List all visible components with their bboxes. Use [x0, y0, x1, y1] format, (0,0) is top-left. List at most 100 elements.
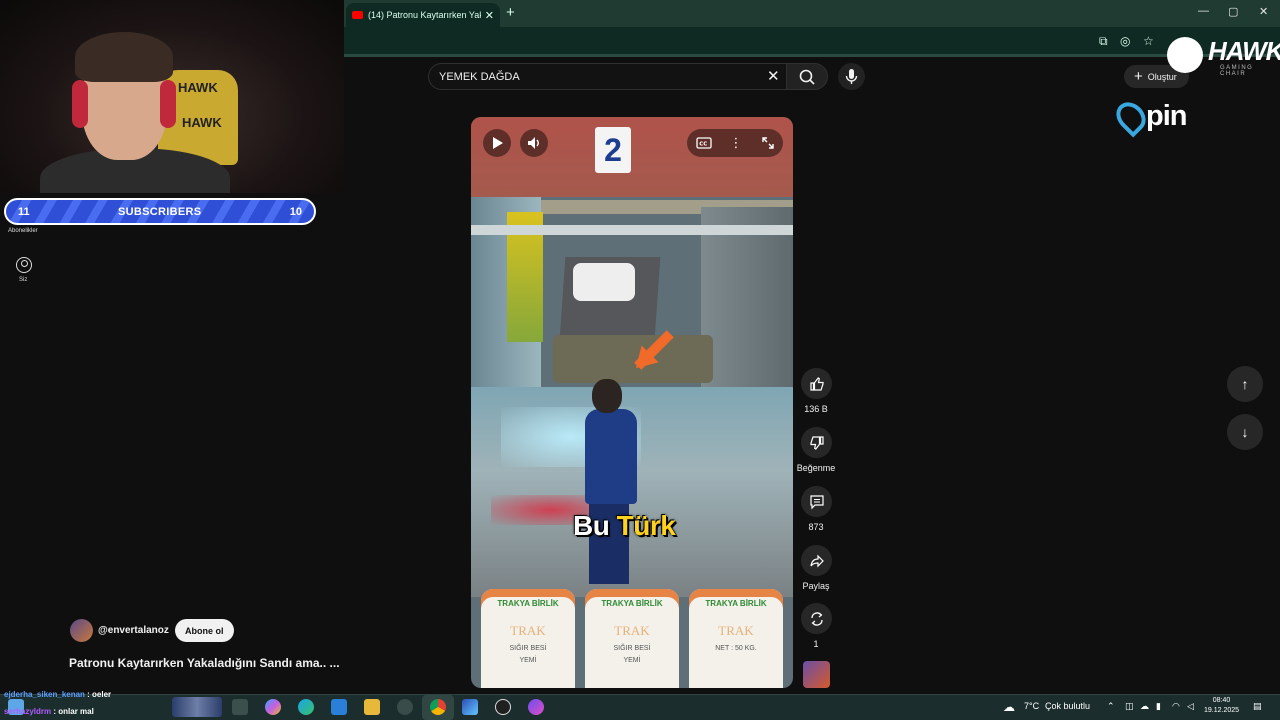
webcam-feed: HAWK HAWK: [0, 0, 344, 193]
hawk-emblem: [1167, 37, 1203, 73]
channel-avatar[interactable]: [70, 619, 93, 642]
app-icon[interactable]: [462, 699, 478, 715]
notification-icon[interactable]: ▤: [1253, 701, 1262, 712]
bag-logo: TRAK: [718, 623, 754, 638]
video-beam: [471, 225, 793, 235]
clock-time: 08:40: [1212, 697, 1231, 704]
video-worker: [579, 379, 647, 589]
search-widget-thumbnail[interactable]: [172, 697, 222, 717]
tray-chevron-icon[interactable]: ⌃: [1107, 701, 1115, 712]
headset-left: [72, 80, 88, 128]
wifi-icon[interactable]: ◠: [1172, 701, 1180, 712]
speaker-icon: [528, 137, 539, 149]
bag-line1: SIĞIR BESİ: [509, 645, 547, 652]
obs-icon[interactable]: [495, 699, 511, 715]
remix-button[interactable]: [801, 603, 832, 634]
video-bag-on-conveyor: [573, 263, 635, 301]
edge-icon[interactable]: [298, 699, 314, 715]
voice-search-button[interactable]: [838, 63, 865, 90]
chat-username: serhazyldrm: [4, 707, 52, 716]
address-bar[interactable]: [344, 27, 1280, 57]
expand-icon: [762, 137, 774, 149]
arrow-down-icon: ↓: [1241, 424, 1249, 440]
share-button[interactable]: [801, 545, 832, 576]
more-options-button[interactable]: ⋮: [722, 129, 750, 157]
dislike-label: Beğenme: [796, 463, 836, 473]
file-explorer-icon[interactable]: [364, 699, 380, 715]
video-feed-bags: TRAKYA BİRLİK TRAK SIĞIR BESİ YEMİ TRAKY…: [471, 589, 793, 688]
share-label: Paylaş: [802, 581, 830, 591]
clear-search-icon[interactable]: ✕: [767, 67, 780, 85]
sidebar-item-subscriptions[interactable]: Abonelikler: [8, 228, 38, 234]
remix-icon: [810, 611, 823, 626]
captions-button[interactable]: CC: [690, 129, 718, 157]
tracking-protection-icon[interactable]: ◎: [1120, 34, 1130, 48]
play-button[interactable]: [483, 129, 511, 157]
tab-close-icon[interactable]: ✕: [485, 9, 494, 22]
youtube-favicon-icon: [352, 11, 363, 19]
tray-cloud-icon[interactable]: ☁: [1140, 701, 1149, 712]
taskbar-clock[interactable]: 08:40 19.12.2025: [1204, 696, 1239, 716]
feed-bag: TRAKYA BİRLİK TRAK SIĞIR BESİ YEMİ: [585, 589, 679, 688]
like-count: 136 B: [804, 404, 828, 414]
volume-button[interactable]: [520, 129, 548, 157]
next-short-button[interactable]: ↓: [1227, 414, 1263, 450]
search-input[interactable]: YEMEK DAĞDA: [428, 63, 790, 90]
app2-icon[interactable]: [528, 699, 544, 715]
mail-icon[interactable]: [331, 699, 347, 715]
shorts-video-player[interactable]: 2 TRAKYA BİRLİK TRAK SIĞIR BESİ YEMİ TRA…: [471, 117, 793, 688]
bag-brand: TRAKYA BİRLİK: [497, 599, 559, 608]
channel-thumbnail[interactable]: [803, 661, 830, 688]
bag-logo: TRAK: [614, 623, 650, 638]
hawk-wordmark: HAWK: [1208, 36, 1280, 66]
dislike-button[interactable]: [801, 427, 832, 458]
microphone-icon: [845, 69, 858, 84]
svg-text:CC: CC: [699, 142, 707, 148]
feed-bag: TRAKYA BİRLİK TRAK SIĞIR BESİ YEMİ: [481, 589, 575, 688]
search-button[interactable]: [786, 63, 828, 90]
worker-head: [592, 379, 622, 413]
chat-text: onlar mal: [58, 707, 94, 716]
tray-mic-icon[interactable]: ▮: [1156, 701, 1161, 712]
minimize-icon[interactable]: —: [1198, 5, 1209, 17]
xbox-icon[interactable]: [397, 699, 413, 715]
restore-icon[interactable]: ▢: [1228, 5, 1238, 18]
subscriber-goal-bar: 11 SUBSCRIBERS 10: [4, 198, 316, 225]
comment-count: 873: [808, 522, 824, 532]
chrome-icon[interactable]: [430, 699, 446, 715]
task-view-icon[interactable]: [232, 699, 248, 715]
copilot-icon[interactable]: [265, 699, 281, 715]
bag-logo: TRAK: [510, 623, 546, 638]
chat-username: ejderha_siken_kenan: [4, 690, 85, 699]
weather-desc[interactable]: Çok bulutlu: [1045, 701, 1090, 711]
sidebar-item-you[interactable]: Siz: [19, 277, 27, 283]
video-title[interactable]: Patronu Kaytarırken Yakaladığını Sandı a…: [69, 656, 340, 670]
chat-message: serhazyldrm : onlar mal: [4, 707, 94, 716]
hawk-sponsor-logo: HAWK GAMING CHAIR: [1164, 34, 1280, 78]
volume-icon[interactable]: ◁: [1187, 701, 1194, 712]
account-icon[interactable]: [16, 257, 32, 273]
browser-tab-active[interactable]: (14) Patronu Kaytarırken Yakala ✕: [346, 3, 500, 27]
bookmark-star-icon[interactable]: ☆: [1143, 34, 1154, 48]
play-icon: [493, 137, 503, 149]
thumbs-down-icon: [809, 435, 824, 450]
new-tab-button[interactable]: +: [506, 4, 515, 21]
weather-temp[interactable]: 7°C: [1024, 701, 1039, 711]
comments-button[interactable]: [801, 486, 832, 517]
previous-short-button[interactable]: ↑: [1227, 366, 1263, 402]
weather-icon[interactable]: ☁: [1003, 700, 1015, 714]
arrow-up-icon: ↑: [1241, 376, 1249, 392]
worker-body: [585, 409, 637, 504]
remix-count: 1: [813, 639, 819, 649]
subscriber-count-current: 11: [18, 205, 30, 218]
close-window-icon[interactable]: ✕: [1259, 5, 1268, 18]
channel-handle[interactable]: @envertalanoz: [98, 625, 169, 636]
subscribe-button[interactable]: Abone ol: [175, 619, 234, 642]
fullscreen-button[interactable]: [754, 129, 782, 157]
bag-line1: SIĞIR BESİ: [613, 645, 651, 652]
bag-line2: YEMİ: [623, 657, 641, 664]
install-app-icon[interactable]: ⧉: [1099, 34, 1108, 49]
tray-app-icon[interactable]: ◫: [1125, 701, 1134, 712]
chair-logo: HAWK: [178, 80, 218, 95]
like-button[interactable]: [801, 368, 832, 399]
